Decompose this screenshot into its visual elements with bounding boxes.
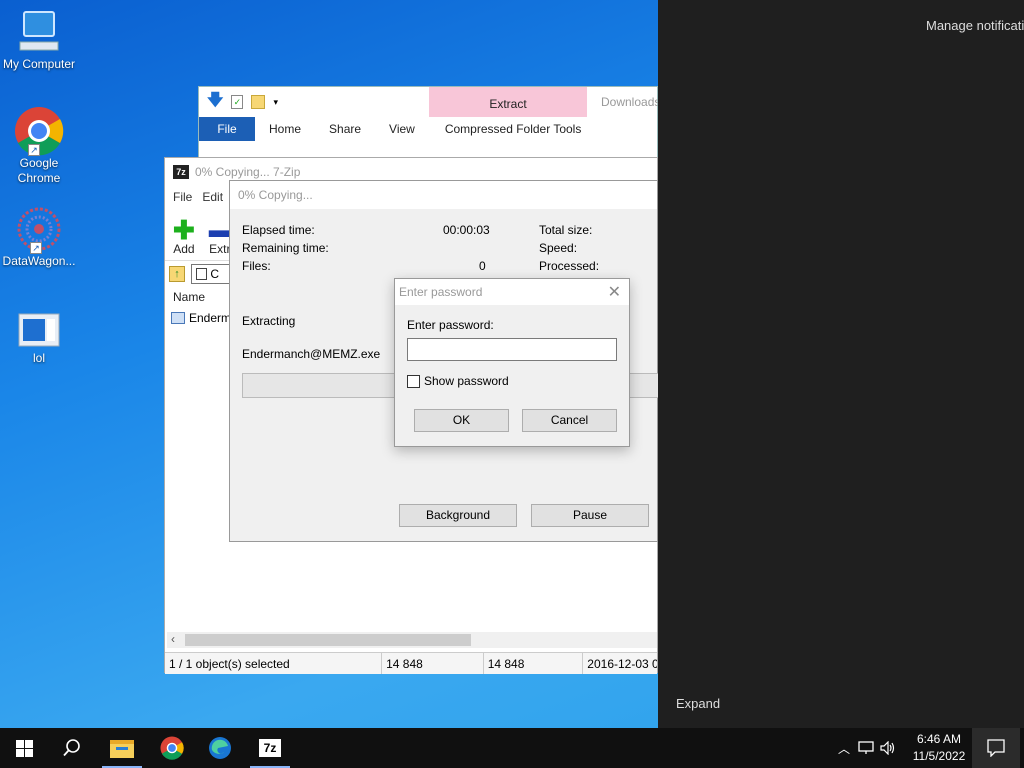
pause-button[interactable]: Pause	[531, 504, 649, 527]
taskbar-edge[interactable]	[196, 728, 244, 768]
ok-button[interactable]: OK	[414, 409, 509, 432]
extract-label: Extr	[209, 242, 231, 256]
status-modified: 2016-12-03 03	[587, 657, 658, 671]
add-button[interactable]: ✚ Add	[173, 215, 195, 256]
background-button[interactable]: Background	[399, 504, 517, 527]
desktop-icon-label: DataWagon...	[2, 254, 76, 268]
action-center: Manage notifications Expand	[658, 0, 1024, 728]
elapsed-label: Elapsed time:	[242, 223, 315, 237]
notification-icon	[987, 739, 1005, 757]
taskbar: 7z ︿ 6:46 AM 11/5/2022	[0, 728, 1024, 768]
address-text: C	[210, 266, 220, 281]
network-icon[interactable]	[858, 741, 874, 755]
checkbox-box[interactable]	[407, 374, 420, 388]
processed-label: Processed:	[539, 259, 600, 273]
down-arrow-icon[interactable]: 🡇	[207, 89, 223, 116]
desktop-icon-label: My Computer	[2, 57, 76, 71]
taskbar-file-explorer[interactable]	[98, 728, 146, 768]
edge-icon	[209, 737, 231, 759]
extract-button[interactable]: ▬ Extr	[208, 217, 231, 257]
files-value: 0	[479, 259, 486, 273]
list-item[interactable]: Enderm	[171, 311, 231, 325]
breadcrumb: Downloads	[601, 95, 661, 109]
tab-home[interactable]: Home	[255, 117, 315, 141]
system-tray: ︿	[838, 728, 896, 768]
add-label: Add	[173, 242, 195, 256]
archive-icon	[196, 268, 207, 281]
scrollbar-thumb[interactable]	[185, 634, 471, 646]
scroll-left-icon[interactable]: ‹	[171, 632, 175, 646]
desktop-icon-google-chrome[interactable]: ↗ Google Chrome	[1, 106, 77, 186]
status-size: 14 848	[382, 653, 484, 674]
menu-file[interactable]: File	[173, 190, 192, 204]
app-window-icon	[18, 313, 60, 347]
quick-access-toolbar: 🡇 ✓ ▾	[199, 87, 657, 117]
cancel-button[interactable]: Cancel	[522, 409, 617, 432]
extract-context-tab[interactable]: Extract	[429, 87, 587, 117]
chrome-icon	[160, 736, 184, 760]
search-icon	[63, 739, 80, 757]
expand-link[interactable]: Expand	[676, 696, 720, 711]
show-password-checkbox[interactable]: Show password	[407, 374, 509, 388]
tab-compressed-folder-tools[interactable]: Compressed Folder Tools	[429, 117, 596, 141]
customize-qat-icon[interactable]: ▾	[273, 97, 278, 108]
password-input[interactable]	[407, 338, 617, 361]
status-bar: 1 / 1 object(s) selected 14 848 14 848 2…	[165, 652, 657, 674]
current-file: Endermanch@MEMZ.exe	[242, 347, 381, 361]
manage-notifications-link[interactable]: Manage notifications	[926, 18, 1024, 33]
close-icon[interactable]: ✕	[608, 282, 621, 302]
chevron-up-icon[interactable]: ︿	[838, 740, 850, 757]
status-packed: 14 848	[484, 653, 584, 674]
taskbar-chrome[interactable]	[148, 728, 196, 768]
windows-logo-icon	[15, 739, 33, 757]
tab-share[interactable]: Share	[315, 117, 375, 141]
exe-file-icon	[171, 312, 185, 324]
dialog-title: Enter password	[399, 285, 483, 299]
action-center-button[interactable]	[972, 728, 1020, 768]
shortcut-arrow-icon: ↗	[30, 242, 42, 254]
dialog-title: 0% Copying...	[230, 181, 657, 209]
status-selected: 1 / 1 object(s) selected	[165, 653, 383, 674]
tab-file[interactable]: File	[199, 117, 255, 141]
speed-label: Speed:	[539, 241, 578, 255]
desktop-icon-label-1: Google	[19, 156, 59, 170]
7zip-logo-icon: 7z	[173, 165, 189, 179]
plus-icon: ✚	[173, 215, 195, 245]
properties-icon[interactable]: ✓	[231, 95, 244, 109]
minus-icon: ▬	[208, 217, 231, 242]
file-explorer-icon	[110, 740, 134, 758]
desktop-icon-datawagon[interactable]: ↗ DataWagon...	[1, 206, 77, 269]
folder-icon[interactable]	[251, 95, 266, 109]
action-text: Extracting	[242, 314, 296, 328]
7zip-logo-icon: 7z	[259, 739, 281, 757]
horizontal-scrollbar[interactable]: ‹	[167, 632, 657, 648]
password-dialog[interactable]: Enter password ✕ Enter password: Show pa…	[394, 278, 630, 447]
volume-icon[interactable]	[880, 741, 896, 755]
taskbar-7zip[interactable]: 7z	[246, 728, 294, 768]
shortcut-arrow-icon: ↗	[28, 144, 40, 156]
file-name: Enderm	[189, 311, 232, 325]
show-password-label: Show password	[424, 374, 509, 388]
password-prompt: Enter password:	[407, 318, 494, 332]
address-field[interactable]: C	[191, 263, 231, 284]
clock[interactable]: 6:46 AM 11/5/2022	[906, 731, 972, 765]
total-size-label: Total size:	[539, 223, 593, 237]
clock-date: 11/5/2022	[912, 749, 966, 763]
desktop-icon-label: lol	[32, 351, 45, 365]
desktop-icon-lol[interactable]: lol	[1, 312, 77, 366]
tab-view[interactable]: View	[375, 117, 429, 141]
menu-edit[interactable]: Edit	[202, 190, 223, 204]
clock-time: 6:46 AM	[916, 732, 962, 746]
folder-up-icon[interactable]: ↑	[169, 265, 185, 282]
files-label: Files:	[242, 259, 271, 273]
desktop-icon-label-2: Chrome	[17, 171, 61, 185]
window-title: 0% Copying... 7-Zip	[195, 165, 301, 179]
desktop-icon-my-computer[interactable]: My Computer	[1, 10, 77, 72]
dialog-titlebar[interactable]: Enter password ✕	[395, 279, 629, 305]
search-button[interactable]	[48, 728, 96, 768]
elapsed-value: 00:00:03	[443, 223, 490, 237]
computer-icon	[19, 11, 59, 51]
remaining-label: Remaining time:	[242, 241, 329, 255]
start-button[interactable]	[0, 728, 48, 768]
